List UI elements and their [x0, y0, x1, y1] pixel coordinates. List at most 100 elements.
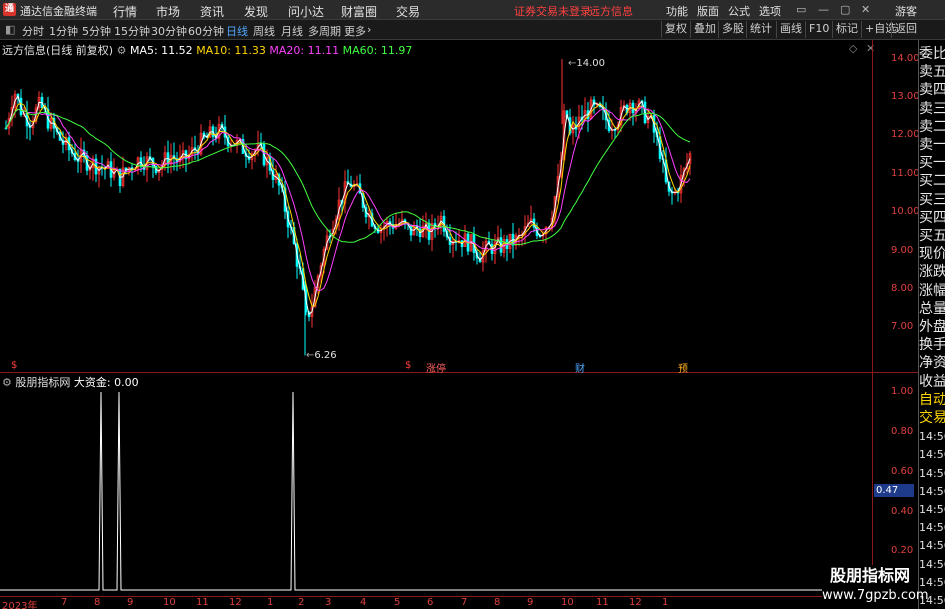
side-panel-item[interactable]: 卖三 [919, 100, 945, 119]
x-tick: 5 [394, 597, 401, 608]
menu-xiaoda[interactable]: 问小达 [288, 3, 324, 20]
period-daily[interactable]: 日线 [226, 23, 248, 39]
period-5min[interactable]: 5分钟 [82, 23, 111, 39]
menu-quotes[interactable]: 行情 [113, 3, 137, 20]
menu-wealth[interactable]: 财富圈 [341, 3, 377, 20]
maximize-icon[interactable]: ▢ [840, 3, 850, 16]
user-label[interactable]: 游客 [895, 3, 917, 19]
side-panel-item[interactable]: 买五 [919, 227, 945, 246]
period-intraday[interactable]: 分时 [22, 23, 44, 39]
big-fund-line [0, 391, 870, 591]
btn-f10[interactable]: F10 [805, 21, 832, 38]
side-panel-item[interactable]: 自动 [919, 391, 945, 410]
side-panel-item[interactable]: 14:56 [919, 427, 945, 446]
side-panel-item[interactable]: 外盘 [919, 318, 945, 337]
period-more[interactable]: 更多 [344, 23, 366, 39]
close-icon[interactable]: ✕ [861, 3, 870, 16]
side-panel-item[interactable]: 收益 [919, 373, 945, 392]
side-panel-item[interactable]: 14:56 [919, 518, 945, 537]
btn-overlay[interactable]: 叠加 [690, 21, 719, 38]
sub-y-tick: 0.20 [891, 545, 914, 556]
source-label: 远方信息 [589, 5, 633, 18]
menu-layout[interactable]: 版面 [697, 3, 719, 19]
side-panel-item[interactable]: 现价 [919, 245, 945, 264]
app-logo-icon: 通 [3, 3, 16, 16]
side-panel-item[interactable]: 14:56 [919, 445, 945, 464]
x-tick: 6 [427, 597, 434, 608]
side-panel-item[interactable]: 卖五 [919, 63, 945, 82]
y-tick: 8.00 [891, 283, 914, 294]
side-panel-item[interactable]: 14:56 [919, 482, 945, 501]
btn-back[interactable]: 返回 [891, 21, 920, 38]
side-panel-item[interactable]: 卖二 [919, 118, 945, 137]
x-tick: 10 [163, 597, 176, 608]
side-panel-item[interactable]: 净资 [919, 354, 945, 373]
collapse-icon[interactable]: ◧ [5, 23, 15, 36]
indicator-header: ⚙ 股朋指标网 大资金: 0.00 [2, 374, 139, 390]
period-monthly[interactable]: 月线 [281, 23, 303, 39]
menu-options[interactable]: 选项 [759, 3, 781, 19]
watermark-url: www.7gpzb.com [822, 588, 929, 603]
btn-draw[interactable]: 画线 [776, 21, 805, 38]
finance-marker[interactable]: 财 [575, 360, 585, 375]
x-tick: 9 [527, 597, 534, 608]
side-panel-item[interactable]: 买三 [919, 191, 945, 210]
side-panel-item[interactable]: 总量 [919, 300, 945, 319]
btn-adjust[interactable]: 复权 [661, 21, 690, 38]
side-panel-item[interactable]: 14:56 [919, 500, 945, 519]
btn-stats[interactable]: 统计 [746, 21, 775, 38]
side-panel-item[interactable]: 卖四 [919, 81, 945, 100]
minimize-icon[interactable]: — [818, 3, 829, 16]
login-notice[interactable]: 证券交易未登录 [514, 3, 591, 19]
y-tick: 10.00 [891, 206, 920, 217]
x-tick: 7 [461, 597, 468, 608]
menu-function[interactable]: 功能 [666, 3, 688, 19]
side-panel-item[interactable]: 14:56 [919, 536, 945, 555]
period-multi[interactable]: 多周期 [308, 23, 341, 39]
period-30min[interactable]: 30分钟 [151, 23, 187, 39]
x-tick: 8 [494, 597, 501, 608]
side-panel-item[interactable]: 买四 [919, 209, 945, 228]
btn-mark[interactable]: 标记 [832, 21, 861, 38]
period-1min[interactable]: 1分钟 [49, 23, 78, 39]
app-title: 通达信金融终端 [20, 5, 97, 18]
event-marker[interactable]: $ [405, 360, 411, 371]
x-tick: 12 [629, 597, 642, 608]
side-panel-item[interactable]: 14:56 [919, 464, 945, 483]
menu-market[interactable]: 市场 [156, 3, 180, 20]
side-panel-item[interactable]: 委比 [919, 45, 945, 64]
side-panel-item[interactable]: 买一 [919, 154, 945, 173]
watermark-title: 股朋指标网 [829, 566, 910, 585]
high-price-label: ←14.00 [568, 58, 606, 69]
menu-trade[interactable]: 交易 [396, 3, 420, 20]
period-weekly[interactable]: 周线 [253, 23, 275, 39]
x-tick: 1 [662, 597, 669, 608]
indicator-title[interactable]: 股朋指标网 [15, 376, 70, 389]
side-panel-item[interactable]: 涨幅 [919, 282, 945, 301]
period-15min[interactable]: 15分钟 [114, 23, 150, 39]
side-panel-item[interactable]: 涨跌 [919, 263, 945, 282]
indicator-settings-icon[interactable]: ⚙ [2, 376, 12, 389]
menu-formula[interactable]: 公式 [728, 3, 750, 19]
sub-y-tick: 0.80 [891, 426, 914, 437]
indicator-value: 大资金: 0.00 [73, 376, 139, 389]
menu-news[interactable]: 资讯 [200, 3, 224, 20]
menu-discover[interactable]: 发现 [244, 3, 268, 20]
limit-up-marker[interactable]: 涨停 [426, 360, 446, 375]
kline-chart[interactable] [0, 40, 918, 596]
side-panel-item[interactable]: 14:56 [919, 555, 945, 574]
event-marker[interactable]: $ [11, 360, 17, 371]
sub-y-tick: 0.60 [891, 466, 914, 477]
skin-icon[interactable]: ▭ [796, 3, 806, 16]
y-tick: 14.00 [891, 53, 920, 64]
btn-multi-stock[interactable]: 多股 [718, 21, 747, 38]
forecast-marker[interactable]: 预 [678, 360, 688, 375]
side-panel-item[interactable]: 换手 [919, 336, 945, 355]
side-panel-item[interactable]: 交易 [919, 409, 945, 428]
side-panel-item[interactable]: 买二 [919, 172, 945, 191]
more-dropdown-icon[interactable]: › [367, 23, 371, 36]
sub-y-tick: 0.40 [891, 506, 914, 517]
side-panel-item[interactable]: 卖一 [919, 136, 945, 155]
axis-separator [872, 40, 873, 596]
period-60min[interactable]: 60分钟 [188, 23, 224, 39]
